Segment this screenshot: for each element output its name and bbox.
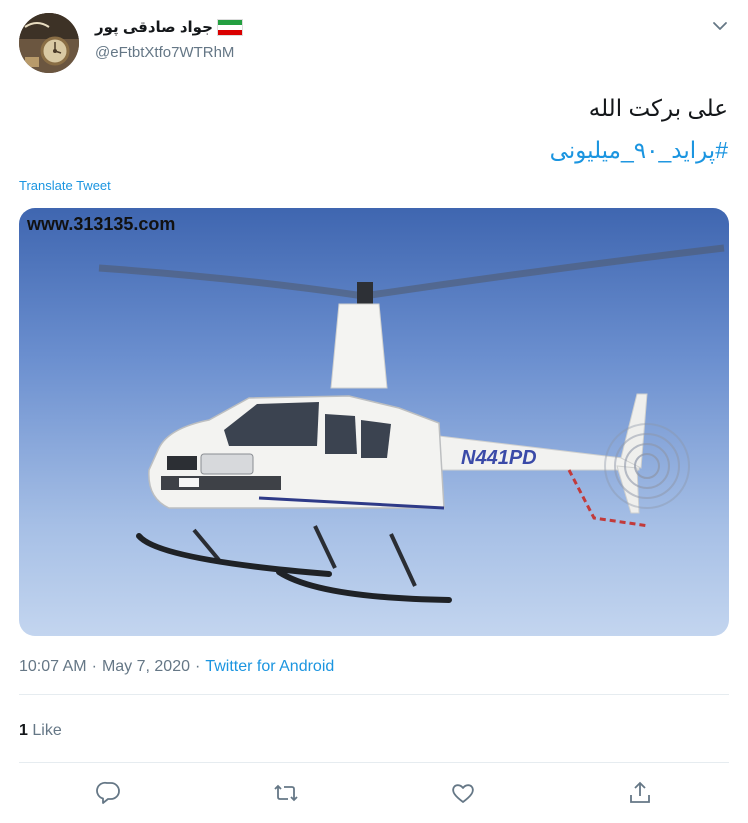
tweet-meta: 10:07 AM · May 7, 2020 · Twitter for And… bbox=[19, 658, 334, 676]
tweet-time[interactable]: 10:07 AM bbox=[19, 658, 87, 676]
helicopter-car-illustration: N441PD www.313135.com bbox=[26, 214, 725, 603]
like-count-value: 1 bbox=[19, 722, 28, 739]
avatar[interactable] bbox=[19, 13, 79, 73]
retweet-icon[interactable] bbox=[273, 780, 299, 806]
share-icon[interactable] bbox=[627, 780, 653, 806]
chevron-down-icon[interactable] bbox=[711, 17, 729, 35]
like-count-label: Like bbox=[32, 722, 62, 739]
heart-icon[interactable] bbox=[450, 780, 476, 806]
author-handle[interactable]: @eFtbtXtfo7WTRhM bbox=[95, 44, 234, 61]
divider bbox=[19, 694, 729, 695]
tail-number-text: N441PD bbox=[461, 447, 537, 469]
avatar-image bbox=[19, 13, 79, 73]
tweet-media-image[interactable]: N441PD www.313135.com bbox=[19, 208, 729, 636]
hashtag-link[interactable]: #پراید_۹۰_میلیونی bbox=[550, 137, 728, 164]
translate-tweet-link[interactable]: Translate Tweet bbox=[19, 178, 111, 193]
tweet-text: علی برکت الله bbox=[588, 95, 728, 121]
meta-separator: · bbox=[195, 658, 201, 675]
watermark-text: www.313135.com bbox=[26, 214, 175, 234]
tweet-source-link[interactable]: Twitter for Android bbox=[205, 658, 334, 676]
author-name-row[interactable]: جواد صادقی پور bbox=[95, 18, 243, 36]
meta-separator: · bbox=[91, 658, 97, 675]
iran-flag-icon bbox=[216, 18, 243, 36]
likes-count[interactable]: 1 Like bbox=[19, 722, 62, 740]
author-name[interactable]: جواد صادقی پور bbox=[95, 18, 213, 36]
reply-icon[interactable] bbox=[96, 780, 122, 806]
divider bbox=[19, 762, 729, 763]
tweet-date[interactable]: May 7, 2020 bbox=[102, 658, 190, 676]
